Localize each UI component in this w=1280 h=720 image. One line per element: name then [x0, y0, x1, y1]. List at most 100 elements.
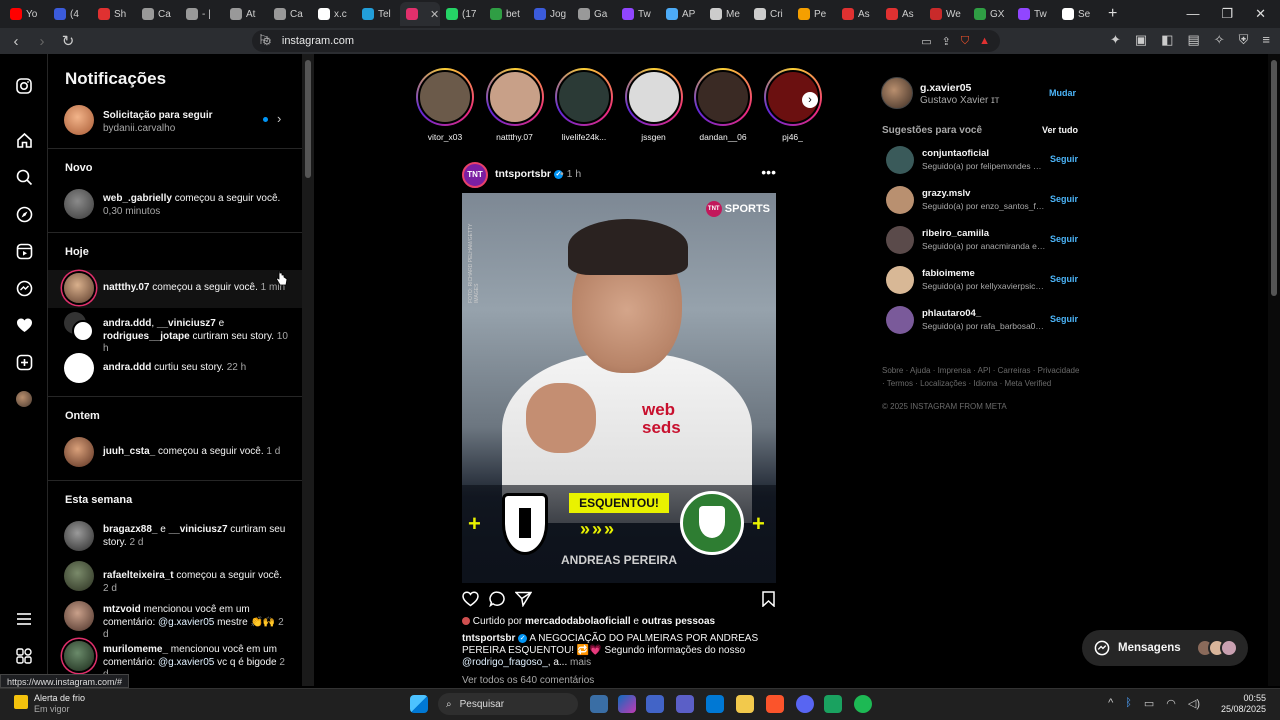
browser-tab[interactable]: AP	[660, 2, 704, 26]
avatar[interactable]	[64, 521, 94, 551]
avatar[interactable]	[72, 320, 94, 342]
cast-icon[interactable]: ▭	[921, 35, 931, 48]
browser-tab[interactable]: GX	[968, 2, 1012, 26]
view-comments-link[interactable]: Ver todos os 640 comentários	[462, 675, 594, 686]
browser-tab[interactable]: Jog	[528, 2, 572, 26]
browser-tab[interactable]: bet	[484, 2, 528, 26]
stories-next-button[interactable]: ›	[802, 92, 818, 108]
avatar[interactable]	[64, 641, 94, 671]
avatar[interactable]	[64, 189, 94, 219]
forward-icon[interactable]: ›	[32, 33, 52, 50]
current-username[interactable]: g.xavier05	[920, 82, 971, 94]
back-icon[interactable]: ‹	[6, 33, 26, 50]
panel-scrollbar[interactable]	[302, 54, 314, 686]
follow-button[interactable]: Seguir	[1050, 154, 1078, 164]
see-all-button[interactable]: Ver tudo	[1042, 125, 1078, 135]
avatar[interactable]	[64, 273, 94, 303]
bookmark-icon[interactable]: ⚐	[258, 32, 270, 48]
save-icon[interactable]	[762, 591, 775, 612]
more-options-icon[interactable]: •••	[761, 164, 776, 180]
suggestion-username[interactable]: fabioimeme	[922, 268, 975, 279]
caption-more[interactable]: mais	[567, 657, 591, 668]
messenger-icon[interactable]	[14, 278, 34, 298]
profile-avatar[interactable]	[14, 389, 34, 409]
wallet-icon[interactable]: ▤	[1187, 32, 1199, 48]
explore-icon[interactable]	[14, 204, 34, 224]
start-icon[interactable]	[410, 695, 428, 713]
browser-tab[interactable]: Yo	[4, 2, 48, 26]
browser-tab[interactable]: ✕	[400, 2, 440, 26]
avatar[interactable]	[886, 266, 914, 294]
browser-tab[interactable]: Pe	[792, 2, 836, 26]
browser-tab[interactable]: x.c	[312, 2, 356, 26]
teams-icon[interactable]	[646, 695, 664, 713]
instagram-logo-icon[interactable]	[14, 76, 34, 96]
leo-ai-icon[interactable]: ✧	[1214, 32, 1225, 48]
avatar[interactable]	[886, 146, 914, 174]
list-item[interactable]: mtzvoid mencionou você em um comentário:…	[48, 600, 302, 640]
story-ring[interactable]	[485, 68, 544, 126]
avatar[interactable]	[64, 601, 94, 631]
tab-search-icon[interactable]: ▣	[1135, 32, 1147, 48]
suggestion-username[interactable]: conjuntaoficial	[922, 148, 989, 159]
story-item[interactable]: jssgen	[624, 68, 684, 142]
follow-button[interactable]: Seguir	[1050, 194, 1078, 204]
suggestion-username[interactable]: ribeiro_camiila	[922, 228, 989, 239]
browser-tab[interactable]: Sh	[92, 2, 136, 26]
browser-tab[interactable]: At	[224, 2, 268, 26]
suggestion-username[interactable]: phlautaro04_	[922, 308, 981, 319]
caption-mention[interactable]: @rodrigo_fragoso_	[462, 657, 548, 668]
restore-icon[interactable]: ❐	[1221, 6, 1233, 22]
menu-icon[interactable]: ≡	[1262, 32, 1270, 48]
story-ring[interactable]	[416, 68, 474, 126]
browser-tab[interactable]: (4	[48, 2, 92, 26]
page-scrollbar[interactable]	[1268, 54, 1280, 686]
file-explorer-icon[interactable]	[736, 695, 754, 713]
browser-tab[interactable]: As	[836, 2, 880, 26]
caption-username[interactable]: tntsportsbr	[462, 633, 515, 644]
extensions-icon[interactable]: ✦	[1110, 32, 1121, 48]
outlook-icon[interactable]	[706, 695, 724, 713]
avatar[interactable]	[64, 437, 94, 467]
messages-button[interactable]: Mensagens	[1082, 630, 1248, 666]
bluetooth-icon[interactable]: ᛒ	[1125, 697, 1132, 710]
follow-button[interactable]: Seguir	[1050, 274, 1078, 284]
chevron-up-icon[interactable]: ^	[1108, 697, 1113, 710]
follow-request-row[interactable]: Solicitação para seguir bydanii.carvalho…	[48, 104, 302, 136]
browser-tab[interactable]: We	[924, 2, 968, 26]
brave-browser-icon[interactable]	[766, 695, 784, 713]
sidebar-toggle-icon[interactable]: ◧	[1161, 32, 1173, 48]
comment-icon[interactable]	[489, 591, 506, 612]
story-ring[interactable]	[555, 68, 613, 126]
reload-icon[interactable]: ↻	[58, 32, 78, 50]
list-item[interactable]: murilomeme_ mencionou você em um comentá…	[48, 640, 302, 680]
app-icon[interactable]	[824, 695, 842, 713]
share-icon[interactable]: ⇪	[942, 35, 951, 48]
avatar[interactable]	[886, 186, 914, 214]
minimize-icon[interactable]: —	[1186, 6, 1199, 22]
browser-tab[interactable]: Ca	[136, 2, 180, 26]
browser-tab[interactable]: Cri	[748, 2, 792, 26]
follow-button[interactable]: Seguir	[1050, 314, 1078, 324]
address-bar[interactable]: ⚙ instagram.com ▭ ⇪ ⛉ ▲	[252, 30, 1000, 52]
search-icon[interactable]	[14, 167, 34, 187]
list-item[interactable]: andra.ddd, __viniciusz7 e rodrigues__jot…	[48, 312, 302, 354]
story-item[interactable]: vitor_x03	[415, 68, 475, 142]
news-icon[interactable]	[590, 695, 608, 713]
list-item[interactable]: rafaelteixeira_t começou a seguir você. …	[48, 560, 302, 594]
share-icon[interactable]	[514, 591, 533, 612]
liked-by-others[interactable]: outras pessoas	[642, 616, 715, 627]
avatar[interactable]	[64, 353, 94, 383]
list-item[interactable]: andra.ddd curtiu seu story. 22 h	[48, 352, 302, 384]
browser-tab[interactable]: Se	[1056, 2, 1100, 26]
browser-tab[interactable]: Me	[704, 2, 748, 26]
browser-tab[interactable]: As	[880, 2, 924, 26]
current-user-avatar[interactable]	[881, 77, 913, 109]
browser-tab[interactable]: Ga	[572, 2, 616, 26]
vpn-icon[interactable]: ⛨	[1239, 32, 1249, 48]
story-item[interactable]: livelife24k...	[554, 68, 614, 142]
avatar[interactable]	[886, 226, 914, 254]
browser-tab[interactable]: (17	[440, 2, 484, 26]
switch-account-button[interactable]: Mudar	[1049, 88, 1076, 98]
spotify-icon[interactable]	[854, 695, 872, 713]
